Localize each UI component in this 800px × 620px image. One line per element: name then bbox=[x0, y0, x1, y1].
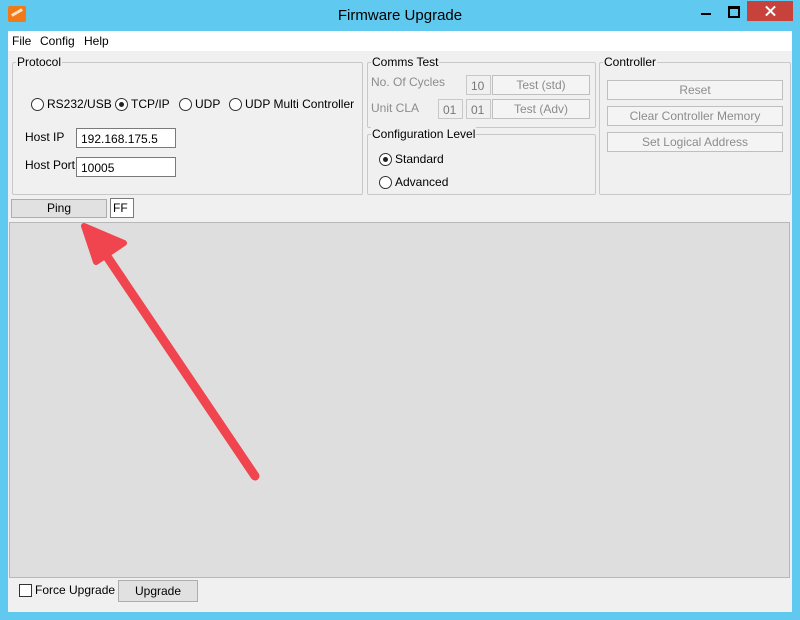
cycles-label: No. Of Cycles bbox=[371, 75, 446, 89]
title-bar[interactable]: Firmware Upgrade bbox=[0, 0, 800, 32]
window-title: Firmware Upgrade bbox=[337, 7, 463, 24]
comms-test-group-label: Comms Test bbox=[371, 55, 440, 69]
radio-standard-label[interactable]: Standard bbox=[395, 152, 444, 166]
menu-bar: File Config Help bbox=[8, 31, 792, 51]
client-area: File Config Help Protocol RS232/USB TCP/… bbox=[8, 31, 792, 612]
minimize-button[interactable] bbox=[693, 1, 719, 21]
menu-help[interactable]: Help bbox=[84, 34, 109, 48]
cycles-input[interactable]: 10 bbox=[466, 75, 491, 95]
configuration-level-group: Configuration Level Standard Advanced bbox=[367, 127, 596, 195]
firmware-upgrade-window: Firmware Upgrade File Config Help Protoc… bbox=[0, 0, 800, 620]
radio-udp-multi-controller-indicator[interactable] bbox=[229, 98, 242, 111]
close-button[interactable] bbox=[747, 1, 793, 21]
force-upgrade-checkbox[interactable] bbox=[19, 584, 32, 597]
radio-rs232-usb-indicator[interactable] bbox=[31, 98, 44, 111]
radio-tcp-ip-indicator[interactable] bbox=[115, 98, 128, 111]
controller-group-label: Controller bbox=[603, 55, 658, 69]
radio-udp-indicator[interactable] bbox=[179, 98, 192, 111]
radio-advanced-label[interactable]: Advanced bbox=[395, 175, 448, 189]
test-adv-button[interactable]: Test (Adv) bbox=[492, 99, 590, 119]
menu-config[interactable]: Config bbox=[40, 34, 75, 48]
menu-file[interactable]: File bbox=[12, 34, 31, 48]
unit-cla-input-1[interactable]: 01 bbox=[438, 99, 463, 119]
configuration-level-group-label: Configuration Level bbox=[371, 127, 477, 141]
controller-group: Controller Reset Clear Controller Memory… bbox=[599, 55, 791, 195]
radio-advanced-indicator[interactable] bbox=[379, 176, 392, 189]
ping-button[interactable]: Ping bbox=[11, 199, 107, 218]
host-port-label: Host Port bbox=[25, 158, 76, 172]
clear-controller-memory-button[interactable]: Clear Controller Memory bbox=[607, 106, 783, 126]
host-port-input[interactable]: 10005 bbox=[76, 157, 176, 177]
upgrade-button[interactable]: Upgrade bbox=[118, 580, 198, 602]
comms-test-group: Comms Test No. Of Cycles 10 Test (std) U… bbox=[367, 55, 596, 128]
ping-address-input[interactable]: FF bbox=[110, 198, 134, 218]
protocol-group: Protocol RS232/USB TCP/IP UDP UDP Multi … bbox=[12, 55, 363, 195]
radio-tcp-ip-label[interactable]: TCP/IP bbox=[131, 97, 170, 111]
protocol-group-label: Protocol bbox=[16, 55, 63, 69]
host-ip-label: Host IP bbox=[25, 130, 65, 144]
radio-udp-multi-controller-label[interactable]: UDP Multi Controller bbox=[245, 97, 354, 111]
host-ip-input[interactable]: 192.168.175.5 bbox=[76, 128, 176, 148]
reset-button[interactable]: Reset bbox=[607, 80, 783, 100]
test-std-button[interactable]: Test (std) bbox=[492, 75, 590, 95]
force-upgrade-label[interactable]: Force Upgrade bbox=[35, 583, 115, 597]
output-panel bbox=[9, 222, 790, 578]
radio-udp-label[interactable]: UDP bbox=[195, 97, 220, 111]
unit-cla-label: Unit CLA bbox=[371, 101, 420, 115]
set-logical-address-button[interactable]: Set Logical Address bbox=[607, 132, 783, 152]
radio-standard-indicator[interactable] bbox=[379, 153, 392, 166]
maximize-button[interactable] bbox=[720, 1, 746, 21]
radio-rs232-usb-label[interactable]: RS232/USB bbox=[47, 97, 112, 111]
unit-cla-input-2[interactable]: 01 bbox=[466, 99, 491, 119]
